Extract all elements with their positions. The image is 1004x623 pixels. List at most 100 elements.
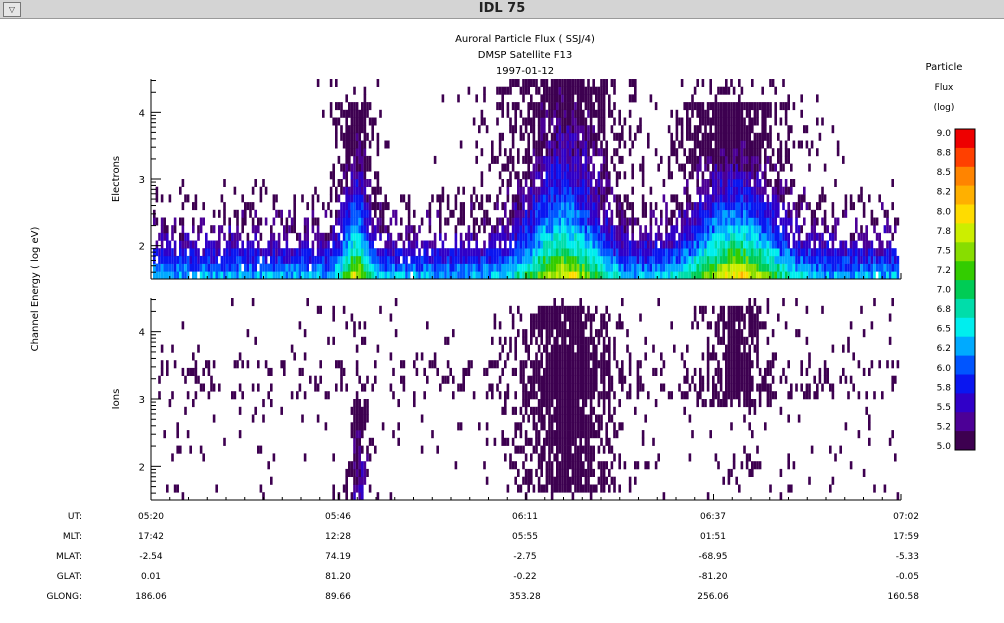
- electrons-cell: [358, 194, 361, 203]
- ions-cell: [571, 367, 575, 376]
- ions-cell: [644, 461, 647, 470]
- electrons-cell: [514, 125, 517, 134]
- electrons-cell: [868, 194, 871, 203]
- electrons-cell: [701, 171, 705, 180]
- electrons-cell: [472, 271, 476, 280]
- electrons-cell: [454, 232, 458, 241]
- electrons-cell: [293, 194, 296, 203]
- electrons-cell: [730, 202, 733, 211]
- ions-cell: [717, 391, 720, 400]
- electrons-cell: [514, 117, 517, 126]
- electrons-cell: [797, 263, 801, 272]
- electrons-cell: [784, 148, 788, 157]
- ions-cell: [532, 383, 536, 392]
- electrons-cell: [738, 171, 741, 180]
- electrons-cell: [719, 163, 723, 172]
- electrons-cell: [823, 248, 827, 257]
- electrons-cell: [740, 271, 744, 280]
- electrons-cell: [623, 171, 627, 180]
- electrons-cell: [719, 179, 723, 187]
- ions-cell: [556, 352, 559, 361]
- electrons-cell: [589, 240, 593, 249]
- electrons-cell: [662, 240, 666, 249]
- electrons-cell: [511, 271, 515, 280]
- ions-cell: [569, 414, 572, 423]
- electrons-cell: [324, 248, 328, 257]
- electrons-cell: [350, 225, 354, 234]
- ions-cell: [626, 329, 629, 338]
- ions-cell: [556, 461, 559, 470]
- ions-cell: [584, 313, 588, 322]
- ions-cell: [608, 445, 611, 454]
- electrons-cell: [532, 148, 536, 157]
- electrons-cell: [745, 263, 749, 272]
- ions-cell: [251, 414, 255, 423]
- electrons-cell: [384, 140, 387, 149]
- electrons-cell: [862, 202, 866, 211]
- ions-cell: [519, 445, 523, 454]
- electrons-cell: [345, 186, 348, 195]
- ions-cell: [717, 375, 720, 384]
- electrons-cell: [691, 155, 694, 164]
- electrons-cell: [470, 255, 473, 264]
- electrons-cell: [582, 202, 585, 211]
- electrons-cell: [418, 263, 421, 272]
- ions-cell: [558, 406, 562, 415]
- electrons-cell: [280, 248, 283, 257]
- electrons-cell: [808, 248, 811, 257]
- ions-cell: [462, 383, 465, 392]
- electrons-cell: [496, 248, 499, 257]
- electrons-cell: [400, 248, 403, 257]
- electrons-cell: [722, 263, 725, 272]
- electrons-cell: [732, 232, 736, 241]
- electrons-cell: [725, 209, 728, 218]
- electrons-cell: [545, 225, 549, 234]
- electrons-cell: [571, 163, 575, 172]
- ions-cell: [748, 453, 751, 462]
- electrons-cell: [592, 148, 595, 157]
- electrons-cell: [413, 263, 416, 272]
- electrons-cell: [405, 271, 408, 280]
- electrons-cell: [509, 171, 512, 180]
- electrons-cell: [787, 248, 790, 257]
- electrons-cell: [173, 240, 177, 249]
- electrons-cell: [753, 155, 757, 164]
- electrons-cell: [592, 263, 595, 272]
- ions-cell: [402, 360, 406, 369]
- electrons-cell: [821, 194, 824, 203]
- electrons-cell: [340, 240, 343, 249]
- ions-cell: [563, 313, 567, 322]
- electrons-cell: [595, 263, 598, 272]
- ions-cell: [524, 329, 528, 338]
- electrons-cell: [569, 225, 572, 234]
- electrons-cell: [457, 186, 460, 195]
- electrons-cell: [517, 186, 520, 195]
- electrons-cell: [270, 263, 273, 272]
- electrons-cell: [699, 186, 702, 195]
- electrons-cell: [181, 263, 185, 272]
- electrons-cell: [563, 132, 567, 141]
- electrons-cell: [597, 171, 601, 180]
- electrons-cell: [654, 255, 658, 264]
- electrons-cell: [595, 86, 598, 95]
- electrons-cell: [782, 232, 785, 241]
- electrons-cell: [751, 194, 754, 203]
- electrons-cell: [475, 271, 478, 280]
- ions-cell: [545, 375, 549, 384]
- electrons-cell: [735, 202, 738, 211]
- electrons-cell: [363, 248, 367, 257]
- ions-cell: [181, 367, 185, 376]
- ions-cell: [345, 468, 348, 477]
- ions-cell: [576, 352, 580, 361]
- ions-cell: [566, 313, 569, 322]
- electrons-cell: [688, 171, 692, 180]
- ions-cell: [186, 430, 190, 439]
- electrons-cell: [496, 263, 499, 272]
- electrons-cell: [350, 102, 354, 111]
- ions-cell: [647, 391, 650, 400]
- ions-cell: [543, 437, 546, 446]
- ions-cell: [602, 336, 606, 345]
- electrons-cell: [179, 217, 182, 226]
- ions-cell: [582, 305, 585, 314]
- electrons-cell: [540, 179, 543, 187]
